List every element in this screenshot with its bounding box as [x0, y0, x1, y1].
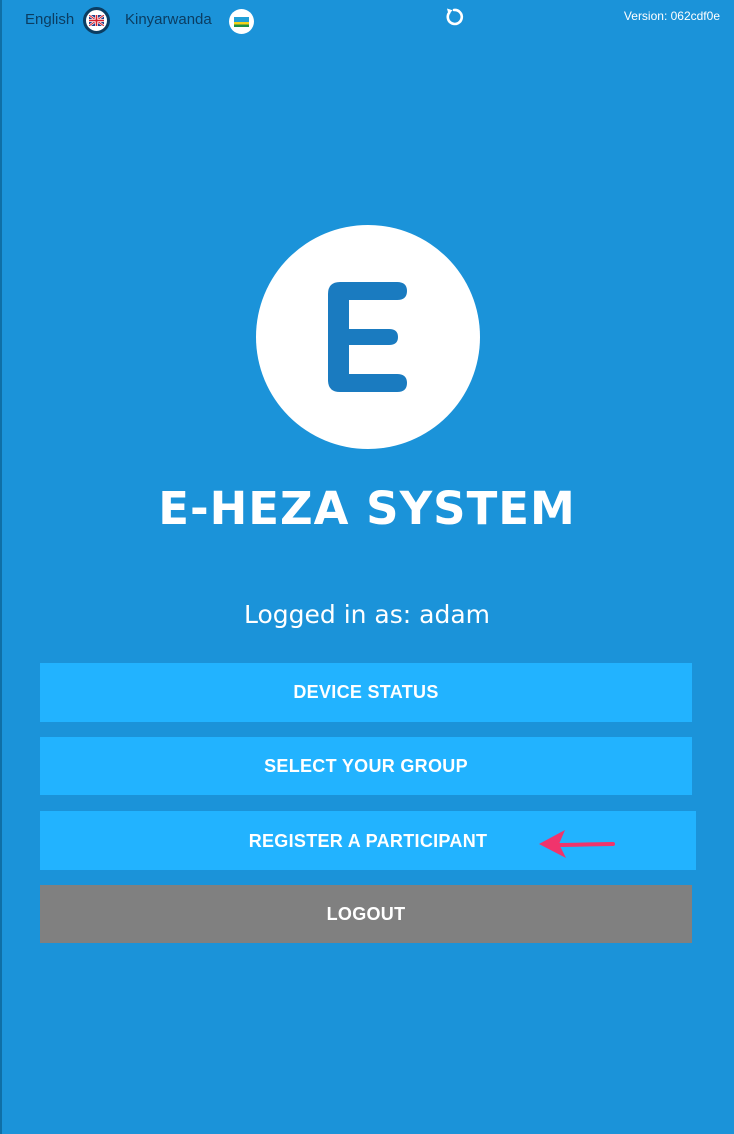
- annotation-arrow-icon: [539, 830, 615, 858]
- version-label: Version: 062cdf0e: [623, 9, 720, 23]
- refresh-icon[interactable]: [443, 6, 465, 28]
- logged-in-user: Logged in as: adam: [243, 600, 491, 629]
- language-english[interactable]: English: [25, 11, 74, 28]
- select-group-button[interactable]: SELECT YOUR GROUP: [40, 737, 692, 795]
- language-kinyarwanda[interactable]: Kinyarwanda: [125, 11, 212, 28]
- app-title: E-HEZA SYSTEM: [158, 482, 576, 535]
- device-status-button[interactable]: DEVICE STATUS: [40, 663, 692, 722]
- uk-flag-icon[interactable]: [83, 7, 110, 34]
- logo-letter-icon: [328, 282, 407, 392]
- window-edge: [0, 0, 2, 1134]
- app-logo: [256, 225, 480, 449]
- rwanda-flag-icon[interactable]: [229, 9, 254, 34]
- logout-button[interactable]: LOGOUT: [40, 885, 692, 943]
